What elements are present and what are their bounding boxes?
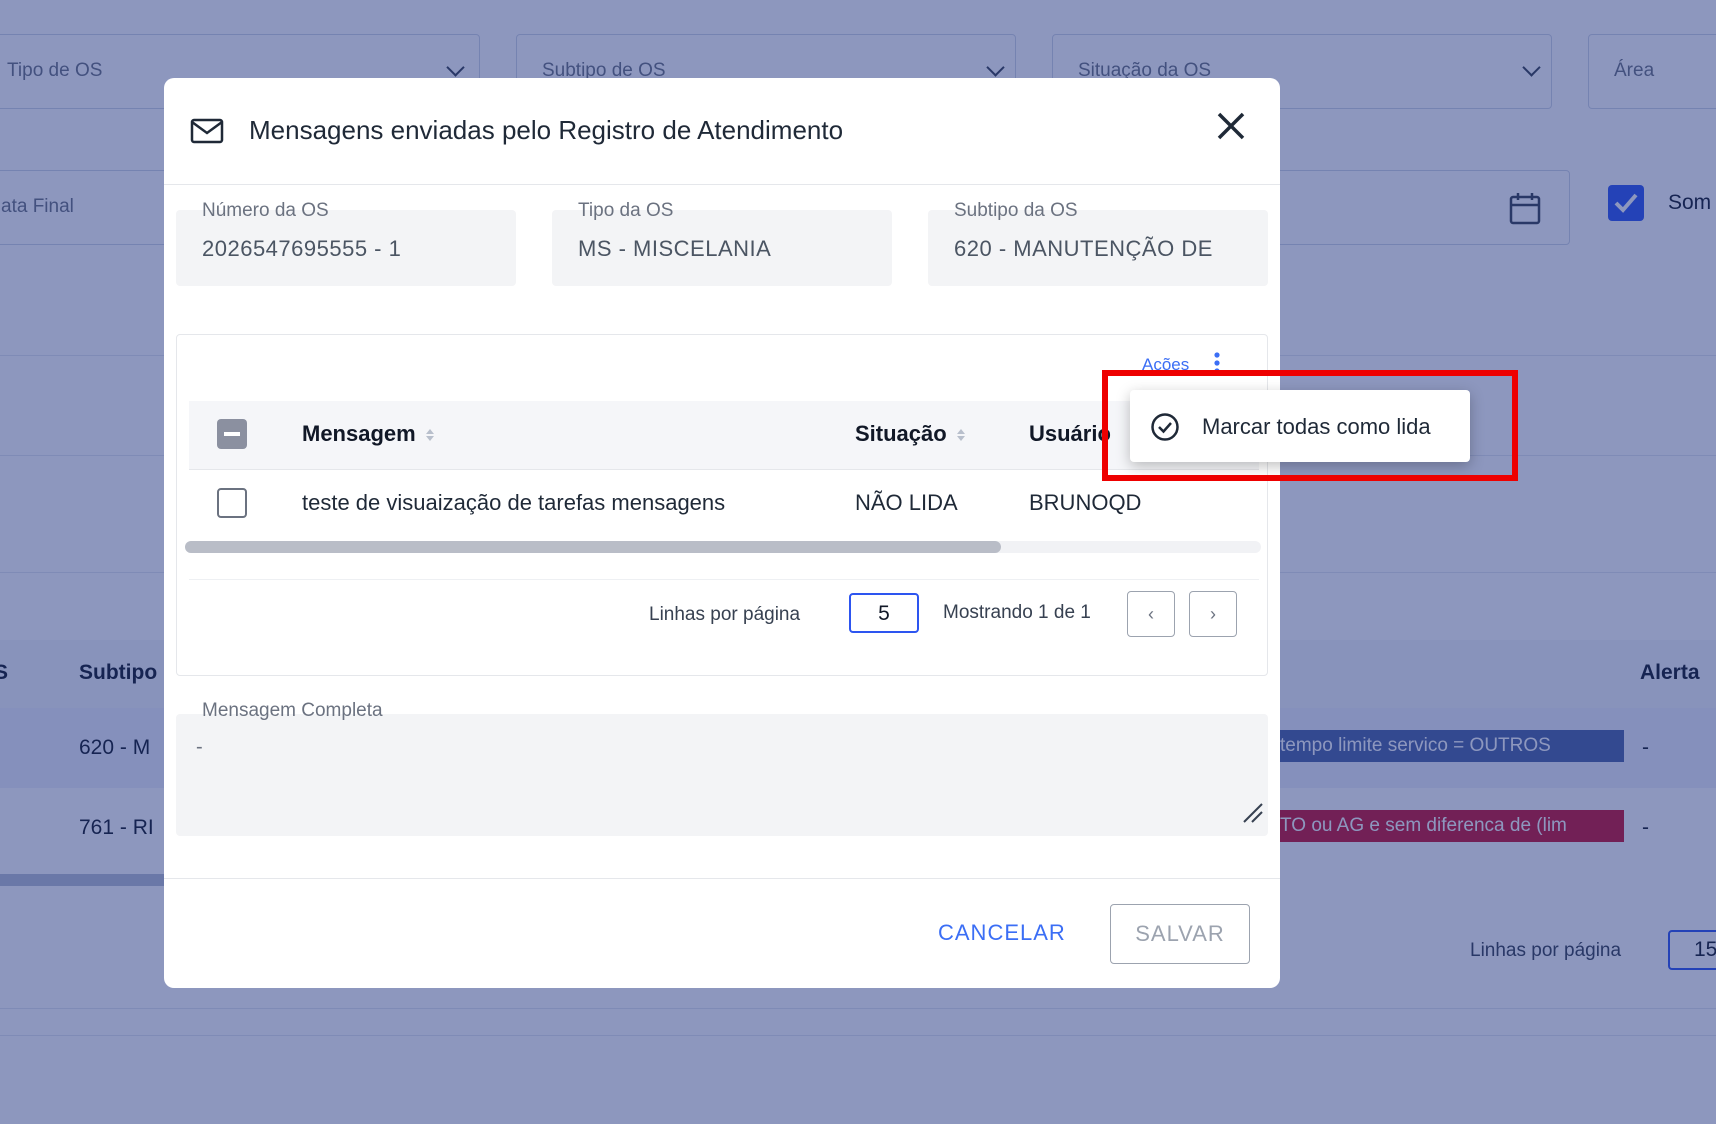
subtipo-os-label: Subtipo da OS: [954, 200, 1078, 221]
select-all-checkbox[interactable]: [217, 419, 247, 449]
modal-title: Mensagens enviadas pelo Registro de Aten…: [249, 115, 844, 145]
row-situacao: NÃO LIDA: [855, 490, 958, 515]
col-mensagem[interactable]: Mensagem: [302, 421, 434, 447]
table-header: Mensagem Situação Usuário: [189, 401, 1259, 469]
numero-os-label: Número da OS: [202, 200, 329, 221]
resize-handle-icon[interactable]: [1242, 802, 1264, 824]
chevron-left-icon: ‹: [1148, 603, 1154, 624]
col-mensagem-label: Mensagem: [302, 421, 416, 446]
pagination-divider: [189, 579, 1259, 580]
save-button-label: SALVAR: [1135, 921, 1225, 946]
row-mensagem: teste de visuaização de tarefas mensagen…: [302, 490, 726, 515]
row-usuario: BRUNOQD: [1029, 490, 1142, 515]
prev-page-button[interactable]: ‹: [1127, 591, 1175, 637]
tipo-os-label: Tipo da OS: [578, 200, 674, 221]
rows-per-page-input[interactable]: 5: [849, 593, 919, 633]
sort-icon: [956, 427, 965, 443]
header-divider: [164, 184, 1280, 185]
showing-text: Mostrando 1 de 1: [943, 602, 1091, 623]
tipo-os-value: MS - MISCELANIA: [578, 236, 772, 261]
horizontal-scrollbar-track[interactable]: [185, 541, 1261, 553]
next-page-button[interactable]: ›: [1189, 591, 1237, 637]
numero-os-value: 2026547695555 - 1: [202, 236, 402, 261]
col-situacao-label: Situação: [855, 421, 947, 446]
row-checkbox[interactable]: [217, 488, 247, 518]
mail-icon: [190, 118, 224, 144]
full-message-value: -: [196, 736, 203, 758]
highlight-box: [1102, 370, 1518, 481]
subtipo-os-value: 620 - MANUTENÇÃO DE: [954, 236, 1213, 261]
footer-divider: [164, 878, 1280, 879]
numero-os-field: Número da OS 2026547695555 - 1: [176, 200, 516, 286]
col-situacao[interactable]: Situação: [855, 421, 965, 447]
tipo-os-field: Tipo da OS MS - MISCELANIA: [552, 200, 892, 286]
full-message-field[interactable]: Mensagem Completa -: [176, 700, 1268, 836]
rows-per-page-value: 5: [878, 602, 890, 625]
chevron-right-icon: ›: [1210, 603, 1216, 624]
horizontal-scrollbar-thumb[interactable]: [185, 541, 1001, 553]
col-usuario-label: Usuário: [1029, 421, 1111, 446]
indeterminate-icon: [224, 432, 240, 436]
col-usuario[interactable]: Usuário: [1029, 421, 1111, 447]
sort-icon: [425, 427, 434, 443]
full-message-label: Mensagem Completa: [202, 700, 383, 721]
save-button[interactable]: SALVAR: [1110, 904, 1250, 964]
subtipo-os-field: Subtipo da OS 620 - MANUTENÇÃO DE: [928, 200, 1268, 286]
rows-per-page-label: Linhas por página: [649, 604, 801, 625]
table-row[interactable]: teste de visuaização de tarefas mensagen…: [189, 469, 1259, 535]
messages-modal: Mensagens enviadas pelo Registro de Aten…: [164, 78, 1280, 988]
cancel-button[interactable]: CANCELAR: [938, 920, 1066, 946]
close-icon[interactable]: [1216, 111, 1246, 141]
